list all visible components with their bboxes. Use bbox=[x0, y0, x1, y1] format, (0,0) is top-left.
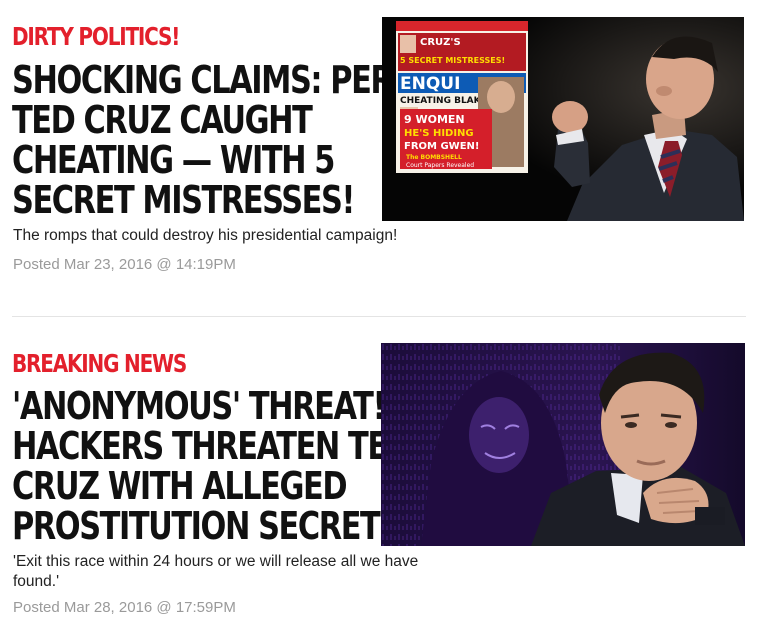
posted-date: Posted Mar 28, 2016 @ 17:59PM bbox=[13, 599, 236, 616]
divider bbox=[12, 316, 746, 317]
headline-line: CRUZ WITH ALLEGED bbox=[12, 464, 348, 508]
cover-text: 5 SECRET MISTRESSES! bbox=[400, 56, 505, 65]
cover-text: 9 WOMEN bbox=[404, 113, 465, 126]
headline-line: HACKERS THREATEN TED bbox=[12, 424, 412, 468]
cover-text: HE'S HIDING bbox=[404, 128, 474, 139]
category-label[interactable]: DIRTY POLITICS! bbox=[12, 22, 180, 51]
headline-link[interactable]: 'ANONYMOUS' THREAT! HACKERS THREATEN TED… bbox=[12, 384, 412, 548]
cover-text: Court Papers Revealed bbox=[406, 162, 474, 169]
category-label[interactable]: BREAKING NEWS bbox=[12, 349, 187, 378]
photo-cruz-anonymous bbox=[381, 343, 745, 546]
headline-line: SHOCKING CLAIMS: PERVY bbox=[12, 58, 437, 102]
headline-link[interactable]: SHOCKING CLAIMS: PERVY TED CRUZ CAUGHT C… bbox=[12, 58, 437, 222]
cover-text: CHEATING BLAKE: bbox=[400, 96, 490, 106]
headline-line: SECRET MISTRESSES! bbox=[12, 178, 355, 222]
article-card[interactable]: DIRTY POLITICS! SHOCKING CLAIMS: PERVY T… bbox=[0, 0, 768, 300]
cover-text: CRUZ'S bbox=[420, 37, 461, 48]
article-dek: 'Exit this race within 24 hours or we wi… bbox=[13, 553, 419, 590]
article-photo[interactable] bbox=[381, 343, 745, 546]
headline-line: PROSTITUTION SECRET bbox=[12, 504, 381, 548]
headline-line: 'ANONYMOUS' THREAT! bbox=[12, 384, 386, 428]
photo-cruz-magazine: CRUZ'S 5 SECRET MISTRESSES! ENQUI CHEATI… bbox=[382, 17, 744, 221]
cover-text: The BOMBSHELL bbox=[406, 154, 462, 161]
cover-text: ENQUI bbox=[400, 74, 460, 94]
cover-text: FROM GWEN! bbox=[404, 141, 479, 152]
headline-line: CHEATING — WITH 5 bbox=[12, 138, 335, 182]
article-photo[interactable]: CRUZ'S 5 SECRET MISTRESSES! ENQUI CHEATI… bbox=[382, 17, 744, 221]
headline-line: TED CRUZ CAUGHT bbox=[12, 98, 313, 142]
article-dek: The romps that could destroy his preside… bbox=[13, 227, 398, 244]
posted-date: Posted Mar 23, 2016 @ 14:19PM bbox=[13, 256, 236, 273]
article-card[interactable]: BREAKING NEWS 'ANONYMOUS' THREAT! HACKER… bbox=[0, 326, 768, 623]
